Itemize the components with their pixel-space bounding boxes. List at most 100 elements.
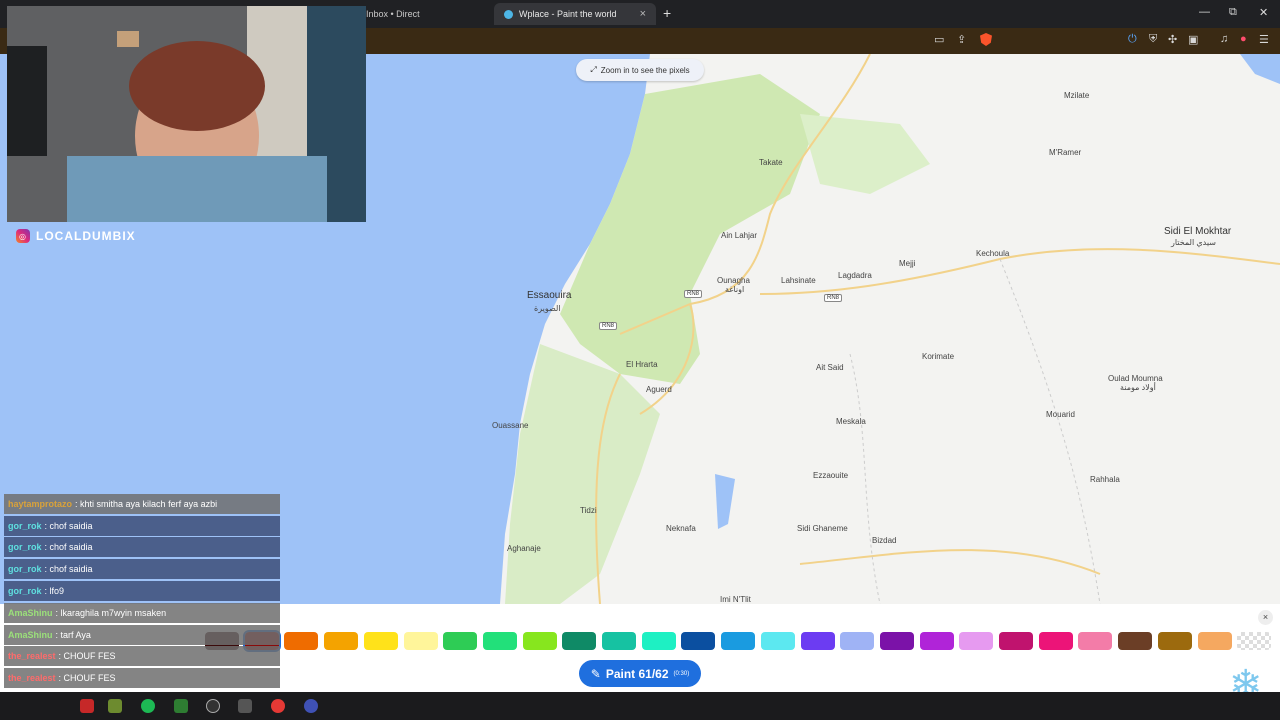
- road-shield: RN8: [824, 294, 843, 302]
- place-label: Oulad Moumna: [1108, 374, 1163, 383]
- color-swatch[interactable]: [602, 632, 636, 650]
- app-taskbar-icon[interactable]: [108, 699, 122, 713]
- place-label: Takate: [759, 158, 783, 167]
- chat-message: gor_rok: lfo9: [4, 581, 280, 601]
- color-swatch[interactable]: [1039, 632, 1073, 650]
- color-swatch[interactable]: [721, 632, 755, 650]
- app-taskbar-icon[interactable]: [238, 699, 252, 713]
- place-label: Aguerd: [646, 385, 672, 394]
- tab-inbox-label: Inbox • Direct: [366, 9, 420, 19]
- place-label: Aghanaje: [507, 544, 541, 553]
- minimize-button[interactable]: —: [1199, 6, 1210, 18]
- chat-text: khti smitha aya kilach ferf aya azbi: [80, 499, 218, 509]
- sidebar-icon[interactable]: ▣: [1188, 33, 1198, 46]
- zoom-hint-label: Zoom in to see the pixels: [600, 65, 690, 75]
- chat-message: AmaShinu: tarf Aya: [4, 625, 280, 645]
- color-swatch[interactable]: [840, 632, 874, 650]
- instagram-handle-label: LOCALDUMBIX: [36, 229, 136, 243]
- profile-icon[interactable]: ●: [1240, 33, 1247, 45]
- color-swatch[interactable]: [681, 632, 715, 650]
- place-label: Bizdad: [872, 536, 897, 545]
- chat-text: lkaraghila m7wyin msaken: [60, 608, 167, 618]
- new-tab-button[interactable]: +: [663, 5, 671, 21]
- chat-message: gor_rok: chof saidia: [4, 559, 280, 579]
- color-swatch[interactable]: [761, 632, 795, 650]
- color-swatch[interactable]: [920, 632, 954, 650]
- chat-text: lfo9: [49, 586, 65, 596]
- extensions-icon[interactable]: ✣: [1168, 33, 1177, 46]
- zoom-hint-button[interactable]: ⤢ Zoom in to see the pixels: [576, 59, 704, 81]
- color-swatch[interactable]: [1118, 632, 1152, 650]
- os-taskbar: [0, 692, 1280, 720]
- paint-button[interactable]: ✎ Paint 61/62 (0:30): [579, 660, 701, 687]
- webcam-overlay: [7, 6, 366, 222]
- place-label: Imi N'Tlit: [720, 595, 751, 604]
- tab-wplace-label: Wplace - Paint the world: [519, 9, 617, 19]
- tab-wplace[interactable]: Wplace - Paint the world ×: [494, 3, 656, 25]
- vpn-shield-icon[interactable]: ⛨: [1149, 33, 1157, 46]
- window-close-button[interactable]: ✕: [1259, 6, 1268, 19]
- color-swatch[interactable]: [959, 632, 993, 650]
- chat-text: tarf Aya: [60, 630, 91, 640]
- menu-icon[interactable]: ☰: [1259, 33, 1269, 46]
- place-label: El Hrarta: [626, 360, 658, 369]
- brush-icon: ✎: [590, 666, 601, 681]
- chat-text: chof saidia: [49, 542, 93, 552]
- close-palette-button[interactable]: ×: [1258, 610, 1273, 625]
- paint-count-label: Paint 61/62: [605, 666, 669, 681]
- color-swatch[interactable]: [1078, 632, 1112, 650]
- place-label: Korimate: [922, 352, 955, 361]
- place-label: Kechoula: [976, 249, 1010, 258]
- place-label: سيدي المختار: [1171, 238, 1216, 247]
- place-label: Lahsinate: [781, 276, 816, 285]
- obs-taskbar-icon[interactable]: [206, 699, 220, 713]
- chat-username: gor_rok: [8, 586, 42, 596]
- place-label: Meskala: [836, 417, 866, 426]
- place-label: Ain Lahjar: [721, 231, 758, 240]
- color-swatch[interactable]: [324, 632, 358, 650]
- place-label: Ouassane: [492, 421, 529, 430]
- place-label: Mouarid: [1046, 410, 1075, 419]
- chat-username: gor_rok: [8, 521, 42, 531]
- restore-button[interactable]: ⧉: [1229, 6, 1237, 19]
- chat-message: gor_rok: chof saidia: [4, 537, 280, 557]
- chat-message: haytamprotazo: khti smitha aya kilach fe…: [4, 494, 280, 514]
- app-taskbar-icon[interactable]: [304, 699, 318, 713]
- color-swatch[interactable]: [404, 632, 438, 650]
- chat-message: gor_rok: chof saidia: [4, 516, 280, 536]
- chat-message: the_realest: CHOUF FES: [4, 646, 280, 666]
- cast-icon[interactable]: ▭: [934, 33, 944, 46]
- place-label: Sidi El Mokhtar: [1164, 226, 1232, 237]
- road-shield: RN8: [684, 290, 703, 298]
- tab-inbox[interactable]: Inbox • Direct: [356, 3, 486, 25]
- color-swatch[interactable]: [1237, 632, 1271, 650]
- color-swatch[interactable]: [284, 632, 318, 650]
- color-swatch[interactable]: [999, 632, 1033, 650]
- place-label: Ounagha: [717, 276, 750, 285]
- color-swatch[interactable]: [364, 632, 398, 650]
- color-swatch[interactable]: [642, 632, 676, 650]
- color-swatch[interactable]: [523, 632, 557, 650]
- color-swatch[interactable]: [1198, 632, 1232, 650]
- color-swatch[interactable]: [880, 632, 914, 650]
- chat-text: CHOUF FES: [63, 673, 116, 683]
- music-icon[interactable]: ♫: [1220, 33, 1228, 45]
- tab-close-icon[interactable]: ×: [640, 8, 646, 20]
- spotify-taskbar-icon[interactable]: [141, 699, 155, 713]
- app-taskbar-icon[interactable]: [271, 699, 285, 713]
- chat-username: haytamprotazo: [8, 499, 73, 509]
- browser-taskbar-icon[interactable]: [80, 699, 94, 713]
- place-label: M'Ramer: [1049, 148, 1082, 157]
- chat-text: CHOUF FES: [63, 651, 116, 661]
- audio-icon[interactable]: ⏻: [1128, 33, 1137, 46]
- color-swatch[interactable]: [483, 632, 517, 650]
- place-label: Sidi Ghaneme: [797, 524, 848, 533]
- app-taskbar-icon[interactable]: [174, 699, 188, 713]
- color-swatch[interactable]: [1158, 632, 1192, 650]
- chat-username: the_realest: [8, 673, 56, 683]
- share-icon[interactable]: ⇪: [957, 33, 966, 46]
- color-swatch[interactable]: [443, 632, 477, 650]
- chat-message: AmaShinu: lkaraghila m7wyin msaken: [4, 603, 280, 623]
- color-swatch[interactable]: [562, 632, 596, 650]
- color-swatch[interactable]: [801, 632, 835, 650]
